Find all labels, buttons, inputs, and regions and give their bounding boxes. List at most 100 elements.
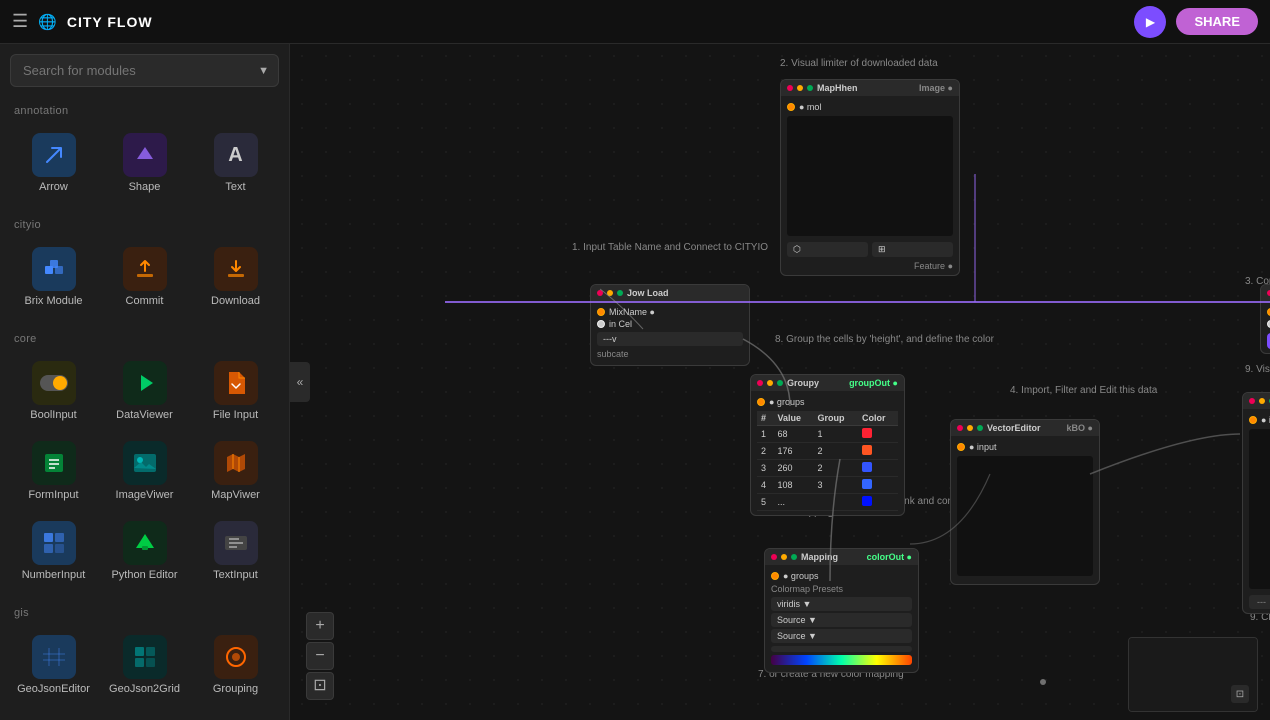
- vectoreditor-header: VectorEditor kBO ●: [951, 420, 1099, 436]
- brix-icon-box: [32, 247, 76, 291]
- large-mapviewer-node[interactable]: MapViewer image ● ● input --- ▼ Source ▼: [1242, 392, 1270, 614]
- geojson2grid-label: GeoJson2Grid: [109, 683, 180, 695]
- mapping-body: ● groups Colormap Presets viridis ▼ Sour…: [765, 565, 918, 672]
- grouping-label: Grouping: [213, 683, 258, 695]
- share-button[interactable]: SHARE: [1176, 8, 1258, 35]
- section-core-grid: BoolInput DataViewer Fil: [0, 349, 289, 599]
- module-forminput[interactable]: FormInput: [10, 433, 97, 509]
- commit-node[interactable]: Commit MixName ● input 1 OPEN CITYSCOPE.…: [1260, 284, 1270, 354]
- groupy-row-3: 3 260 2: [757, 460, 898, 477]
- module-dataviewer[interactable]: DataViewer: [101, 353, 188, 429]
- module-shape[interactable]: Shape: [101, 125, 188, 201]
- mapnhen-input-label: ● mol: [799, 102, 821, 112]
- jow-load-node[interactable]: Jow Load MixName ● in Cel ---v subcate: [590, 284, 750, 366]
- module-boolinput[interactable]: BoolInput: [10, 353, 97, 429]
- imageviewer-icon: [132, 452, 158, 474]
- step2-label: 2. Visual limiter of downloaded data: [780, 58, 938, 69]
- jow-load-row1: MixName ●: [597, 307, 743, 317]
- cell-val-4: 108: [774, 477, 814, 494]
- module-imageviewer[interactable]: ImageViwer: [101, 433, 188, 509]
- lmv-controls: --- ▼ Source ▼: [1249, 593, 1270, 609]
- ve-dot-yellow: [967, 425, 973, 431]
- groupy-row-4: 4 108 3: [757, 477, 898, 494]
- mapnhen-ctrl1[interactable]: ⬡: [787, 242, 868, 257]
- module-download[interactable]: Download: [192, 239, 279, 315]
- groupy-title: Groupy: [787, 378, 845, 388]
- mapnhen-input-row: ● mol: [787, 102, 953, 112]
- mapping-node[interactable]: Mapping colorOut ● ● groups Colormap Pre…: [764, 548, 919, 673]
- module-arrow[interactable]: Arrow: [10, 125, 97, 201]
- cell-idx-3: 3: [757, 460, 774, 477]
- module-geojsoneditor[interactable]: GeoJsonEditor: [10, 627, 97, 703]
- imageviewer-label: ImageViwer: [116, 489, 174, 501]
- module-textinput[interactable]: TextInput: [192, 513, 279, 589]
- boolinput-icon: [40, 375, 68, 391]
- mapping-preset-select[interactable]: viridis ▼: [771, 597, 912, 611]
- ve-input-label: ● input: [969, 442, 996, 452]
- cell-idx-5: 5: [757, 494, 774, 511]
- module-numberinput[interactable]: NumberInput: [10, 513, 97, 589]
- lmv-display: [1249, 429, 1270, 589]
- text-label: Text: [225, 181, 245, 193]
- grouping-icon-box: [214, 635, 258, 679]
- cell-idx-4: 4: [757, 477, 774, 494]
- mapnhen-input-port: [787, 103, 795, 111]
- commit-label: Commit: [126, 295, 164, 307]
- col-index: #: [757, 411, 774, 426]
- mapnhen-ctrl2[interactable]: ⊞: [872, 242, 953, 257]
- module-grouping[interactable]: Grouping: [192, 627, 279, 703]
- mapnhen-dot-red: [787, 85, 793, 91]
- ve-body: ● input: [951, 436, 1099, 584]
- arrow-icon-box: [32, 133, 76, 177]
- mapping-blend[interactable]: Source ▼: [771, 613, 912, 627]
- commit-icon: [133, 257, 157, 281]
- canvas-area[interactable]: « 2. Visual limiter of downloaded data 1…: [290, 44, 1270, 720]
- numberinput-icon-box: [32, 521, 76, 565]
- jow-label2: in Cel: [609, 319, 632, 329]
- col-value: Value: [774, 411, 814, 426]
- col-color: Color: [858, 411, 898, 426]
- zoom-in-button[interactable]: +: [306, 612, 334, 640]
- forminput-icon-box: [32, 441, 76, 485]
- fileinput-icon: [225, 370, 247, 396]
- play-button[interactable]: ▶: [1134, 6, 1166, 38]
- module-geojson2grid[interactable]: GeoJson2Grid: [101, 627, 188, 703]
- lmv-body: ● input --- ▼ Source ▼: [1243, 409, 1270, 613]
- groupy-row-2: 2 176 2: [757, 443, 898, 460]
- cell-color-3: [858, 460, 898, 477]
- section-annotation-grid: Arrow Shape A Text: [0, 121, 289, 211]
- module-mapviewer[interactable]: MapViwer: [192, 433, 279, 509]
- module-fileinput[interactable]: File Input: [192, 353, 279, 429]
- forminput-icon: [42, 451, 66, 475]
- zoom-out-button[interactable]: −: [306, 642, 334, 670]
- jow-label1: MixName ●: [609, 307, 655, 317]
- jow-dropdown[interactable]: ---v: [597, 332, 743, 346]
- mapnhen-node[interactable]: MapHhen Image ● ● mol ⬡ ⊞ Feature ●: [780, 79, 960, 276]
- text-icon-box: A: [214, 133, 258, 177]
- vectoreditor-node[interactable]: VectorEditor kBO ● ● input: [950, 419, 1100, 585]
- lmv-ctrl1[interactable]: --- ▼: [1249, 595, 1270, 609]
- module-pythoneditor[interactable]: Python Editor: [101, 513, 188, 589]
- collapse-sidebar-button[interactable]: «: [290, 362, 310, 402]
- module-brix-module[interactable]: Brix Module: [10, 239, 97, 315]
- search-input[interactable]: [10, 54, 279, 87]
- fit-view-button[interactable]: ⊡: [306, 672, 334, 700]
- dataviewer-icon-box: [123, 361, 167, 405]
- mapping-order[interactable]: Source ▼: [771, 629, 912, 643]
- module-text[interactable]: A Text: [192, 125, 279, 201]
- groupy-node[interactable]: Groupy groupOut ● ● groups # Value Group: [750, 374, 905, 516]
- textinput-icon: [223, 530, 249, 556]
- cell-val-2: 176: [774, 443, 814, 460]
- groupy-row-1: 1 68 1: [757, 426, 898, 443]
- cell-grp-3: 2: [814, 460, 858, 477]
- ve-row1: ● input: [957, 442, 1093, 452]
- download-label: Download: [211, 295, 260, 307]
- app-title: CITY FLOW: [67, 14, 153, 30]
- menu-icon[interactable]: ☰: [12, 11, 28, 32]
- jow-load-header: Jow Load: [591, 285, 749, 301]
- mapnhen-title: MapHhen: [817, 83, 915, 93]
- mapping-slider[interactable]: [771, 646, 912, 652]
- cell-idx-1: 1: [757, 426, 774, 443]
- brix-icon: [41, 256, 67, 282]
- module-commit[interactable]: Commit: [101, 239, 188, 315]
